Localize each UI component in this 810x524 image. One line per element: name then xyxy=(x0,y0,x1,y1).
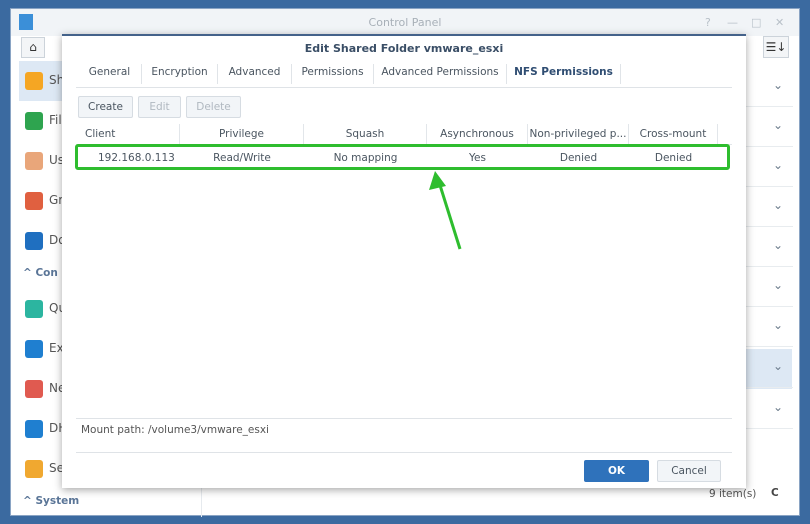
sort-button[interactable]: ☰↓ xyxy=(763,36,789,58)
tab-advanced-permissions[interactable]: Advanced Permissions xyxy=(374,64,507,84)
sidebar-item-icon xyxy=(25,380,43,398)
chevron-down-icon[interactable]: ⌄ xyxy=(773,359,783,373)
table-cell[interactable]: No mapping xyxy=(304,148,427,168)
app-icon xyxy=(19,14,33,30)
sidebar-item[interactable]: Ex xyxy=(19,330,64,368)
sidebar-item[interactable]: Gr xyxy=(19,182,63,220)
chevron-down-icon[interactable]: ⌄ xyxy=(773,198,783,212)
help-button[interactable]: ? xyxy=(705,9,711,36)
sidebar-item-icon xyxy=(25,460,43,478)
sidebar-item[interactable]: Do xyxy=(19,222,66,260)
edit-shared-folder-dialog: Edit Shared Folder vmware_esxi General E… xyxy=(62,34,746,488)
column-header[interactable]: Non-privileged p... xyxy=(528,124,629,144)
table-cell[interactable]: Denied xyxy=(629,148,718,168)
dialog-title: Edit Shared Folder vmware_esxi xyxy=(304,42,504,55)
chevron-down-icon[interactable]: ⌄ xyxy=(773,400,783,414)
sidebar-item[interactable]: Qu xyxy=(19,290,66,328)
sidebar-item[interactable]: Se xyxy=(19,450,64,488)
sidebar-item[interactable]: DH xyxy=(19,410,67,448)
window-title: Control Panel xyxy=(11,9,799,36)
sidebar-item[interactable]: Fil xyxy=(19,102,63,140)
sidebar-item[interactable]: Sh xyxy=(19,62,64,100)
maximize-button[interactable]: □ xyxy=(751,9,761,36)
sidebar-item-icon xyxy=(25,300,43,318)
delete-button[interactable]: Delete xyxy=(186,96,241,118)
table-cell[interactable]: Denied xyxy=(528,148,629,168)
tab-advanced[interactable]: Advanced xyxy=(218,64,292,84)
sidebar-item-icon xyxy=(25,72,43,90)
mount-path-divider xyxy=(76,418,732,419)
cancel-button[interactable]: Cancel xyxy=(657,460,721,482)
sidebar-item[interactable]: Ne xyxy=(19,370,65,408)
chevron-down-icon[interactable]: ⌄ xyxy=(773,118,783,132)
sidebar-item-icon xyxy=(25,232,43,250)
table-cell[interactable]: Read/Write xyxy=(180,148,304,168)
tab-encryption[interactable]: Encryption xyxy=(142,64,218,84)
sidebar-item-icon xyxy=(25,420,43,438)
chevron-down-icon[interactable]: ⌄ xyxy=(773,78,783,92)
ok-button[interactable]: OK xyxy=(584,460,649,482)
column-header[interactable]: Cross-mount xyxy=(629,124,718,144)
arrow-annotation-icon xyxy=(429,171,462,250)
footer-divider xyxy=(76,452,732,453)
table-cell[interactable]: Yes xyxy=(427,148,528,168)
minimize-button[interactable]: — xyxy=(727,9,738,36)
chevron-down-icon[interactable]: ⌄ xyxy=(773,238,783,252)
item-count: 9 item(s) xyxy=(709,488,757,500)
tab-permissions[interactable]: Permissions xyxy=(292,64,374,84)
column-header[interactable]: Client xyxy=(76,124,180,144)
close-button[interactable]: ✕ xyxy=(775,9,784,36)
sidebar-item-icon xyxy=(25,340,43,358)
sidebar-item-icon xyxy=(25,152,43,170)
tab-general[interactable]: General xyxy=(78,64,142,84)
table-cell[interactable]: 192.168.0.113 xyxy=(76,148,180,168)
sidebar-item[interactable]: Us xyxy=(19,142,64,180)
home-button[interactable]: ⌂ xyxy=(21,37,45,58)
edit-button[interactable]: Edit xyxy=(138,96,181,118)
create-button[interactable]: Create xyxy=(78,96,133,118)
chevron-down-icon[interactable]: ⌄ xyxy=(773,158,783,172)
sidebar-item-icon xyxy=(25,192,43,210)
sidebar-item-icon xyxy=(25,112,43,130)
chevron-down-icon[interactable]: ⌄ xyxy=(773,318,783,332)
column-header[interactable]: Asynchronous xyxy=(427,124,528,144)
column-header[interactable]: Squash xyxy=(304,124,427,144)
tab-nfs-permissions[interactable]: NFS Permissions xyxy=(507,64,621,84)
chevron-down-icon[interactable]: ⌄ xyxy=(773,278,783,292)
sidebar-section-system[interactable]: ^ System xyxy=(23,495,79,507)
refresh-icon[interactable]: C xyxy=(771,487,779,499)
column-header[interactable]: Privilege xyxy=(180,124,304,144)
mount-path: Mount path: /volume3/vmware_esxi xyxy=(81,424,269,436)
sidebar-section-connectivity[interactable]: ^ Con xyxy=(23,267,58,279)
tab-divider xyxy=(76,87,732,88)
